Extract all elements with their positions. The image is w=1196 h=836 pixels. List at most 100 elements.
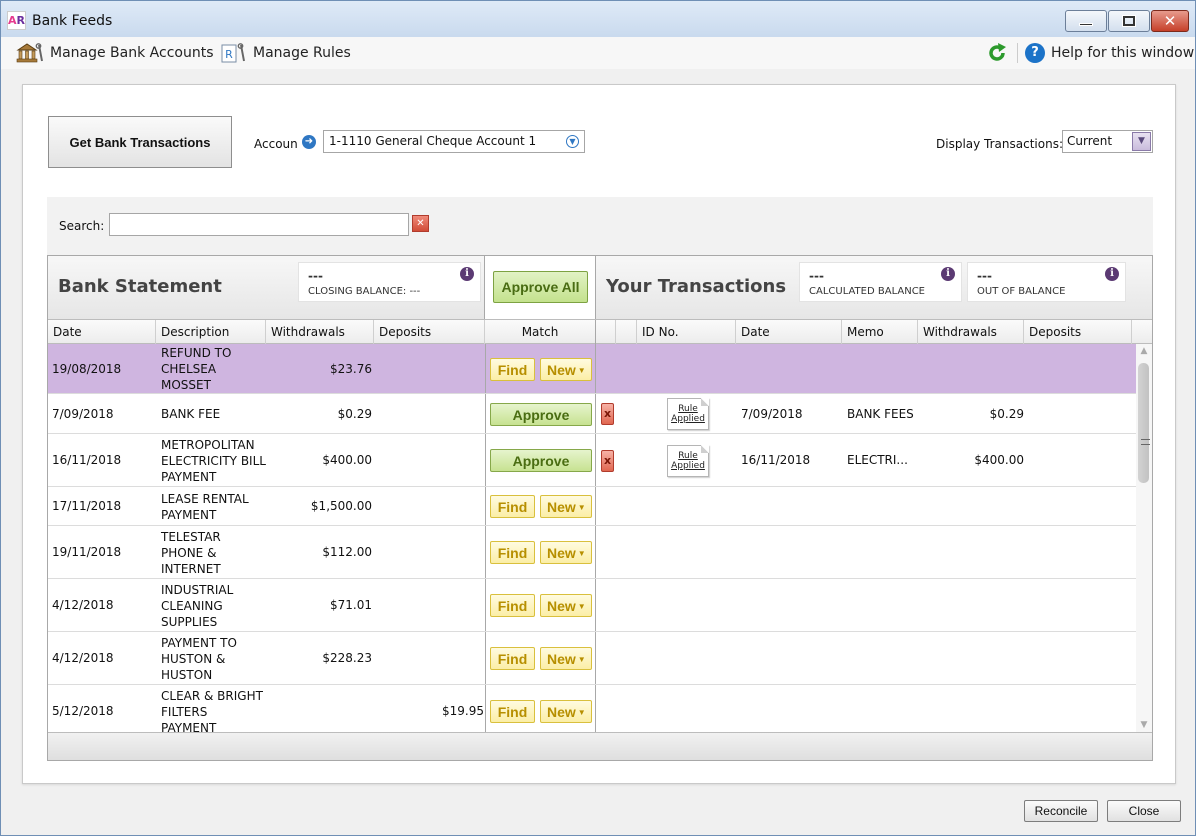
row-description-line: PHONE & <box>161 546 217 560</box>
find-button[interactable]: Find <box>490 495 535 518</box>
account-select[interactable]: 1-1110 General Cheque Account 1 ▼ <box>323 130 585 153</box>
table-row[interactable]: 4/12/2018 PAYMENT TO HUSTON & HUSTON $228.23… <box>48 632 1136 685</box>
row-description-line: REFUND TO <box>161 346 232 360</box>
row-deposit <box>378 434 484 486</box>
row-description-line: FILTERS <box>161 705 208 719</box>
help-button[interactable]: ? Help for this window <box>1025 43 1194 63</box>
search-input[interactable] <box>109 213 409 236</box>
rule-applied-icon[interactable]: Rule Applied <box>667 398 709 430</box>
out-of-balance-caption: OUT OF BALANCE <box>977 286 1066 297</box>
new-button[interactable]: New ▼ <box>540 594 592 617</box>
table-row[interactable]: 4/12/2018 INDUSTRIAL CLEANING SUPPLIES $71.0… <box>48 579 1136 632</box>
col-description[interactable]: Description <box>156 320 266 344</box>
new-button[interactable]: New ▼ <box>540 700 592 723</box>
maximize-button[interactable] <box>1108 10 1150 32</box>
col-id-no[interactable]: ID No. <box>637 320 736 344</box>
approve-all-button[interactable]: Approve All <box>493 271 588 303</box>
approve-button[interactable]: Approve <box>490 449 592 472</box>
scroll-down-icon[interactable]: ▼ <box>1136 718 1152 732</box>
reconcile-button[interactable]: Reconcile <box>1024 800 1098 822</box>
match-cell: Find New ▼ <box>485 685 596 732</box>
new-button[interactable]: New ▼ <box>540 647 592 670</box>
rule-applied-icon[interactable]: Rule Applied <box>667 445 709 477</box>
find-button[interactable]: Find <box>490 594 535 617</box>
remove-match-icon[interactable]: x <box>601 403 614 425</box>
chevron-down-icon: ▼ <box>566 135 579 148</box>
new-label: New <box>547 597 576 614</box>
row-deposit <box>378 579 484 631</box>
row-withdrawal: $112.00 <box>322 545 372 559</box>
account-arrow-icon[interactable]: ➜ <box>302 135 316 149</box>
new-label: New <box>547 650 576 667</box>
row-description: REFUND TO CHELSEA MOSSET <box>161 344 269 393</box>
row-description: BANK FEE <box>161 394 269 433</box>
match-header: Approve All <box>485 256 596 319</box>
find-button[interactable]: Find <box>490 700 535 723</box>
table-row[interactable]: 19/11/2018 TELESTAR PHONE & INTERNET $112.00… <box>48 526 1136 579</box>
table-row[interactable]: 17/11/2018 LEASE RENTAL PAYMENT $1,500.00 Fi… <box>48 487 1136 526</box>
manage-bank-accounts-button[interactable]: Manage Bank Accounts <box>16 43 214 63</box>
new-label: New <box>547 544 576 561</box>
table-row[interactable]: 5/12/2018 CLEAR & BRIGHT FILTERS PAYMENT $19… <box>48 685 1136 732</box>
minimize-button[interactable] <box>1065 10 1107 32</box>
closing-balance-box: --- CLOSING BALANCE: --- i <box>298 262 481 302</box>
info-icon[interactable]: i <box>1105 267 1119 281</box>
clear-search-icon[interactable]: ✕ <box>412 215 429 232</box>
find-button[interactable]: Find <box>490 541 535 564</box>
your-withdrawal: $0.29 <box>989 406 1024 421</box>
scrollbar-thumb[interactable] <box>1138 363 1150 483</box>
col-your-date[interactable]: Date <box>736 320 842 344</box>
col-your-withdrawals[interactable]: Withdrawals <box>918 320 1024 344</box>
calculated-balance-box: --- CALCULATED BALANCE i <box>799 262 962 302</box>
svg-text:R: R <box>225 48 233 61</box>
table-row[interactable]: 19/08/2018 REFUND TO CHELSEA MOSSET $23.76 Fi… <box>48 344 1136 394</box>
display-transactions-select[interactable]: Current ▼ <box>1062 130 1153 153</box>
scroll-up-icon[interactable]: ▲ <box>1136 344 1152 358</box>
approve-button[interactable]: Approve <box>490 403 592 426</box>
col-deposits[interactable]: Deposits <box>374 320 485 344</box>
remove-match-icon[interactable]: x <box>601 450 614 472</box>
match-cell: Approve <box>485 394 596 433</box>
col-your-deposits[interactable]: Deposits <box>1024 320 1132 344</box>
info-icon[interactable]: i <box>941 267 955 281</box>
vertical-scrollbar[interactable]: ▲ ▼ <box>1136 344 1152 732</box>
new-button[interactable]: New ▼ <box>540 495 592 518</box>
new-label: New <box>547 498 576 515</box>
row-date: 4/12/2018 <box>52 651 114 665</box>
get-bank-transactions-button[interactable]: Get Bank Transactions <box>48 116 232 168</box>
transaction-rows: 19/08/2018 REFUND TO CHELSEA MOSSET $23.76 Fi… <box>48 344 1136 732</box>
match-cell: Approve <box>485 434 596 486</box>
table-row[interactable]: 7/09/2018 BANK FEE $0.29 Approve x Rule Applie… <box>48 394 1136 434</box>
your-date: 7/09/2018 <box>741 406 803 421</box>
calculated-balance-value: --- <box>809 269 824 283</box>
match-cell: Find New ▼ <box>485 487 596 525</box>
new-button[interactable]: New ▼ <box>540 358 592 381</box>
row-deposit <box>378 526 484 578</box>
manage-rules-button[interactable]: R Manage Rules <box>221 43 351 63</box>
row-date: 17/11/2018 <box>52 499 122 513</box>
col-memo[interactable]: Memo <box>842 320 918 344</box>
col-date[interactable]: Date <box>48 320 156 344</box>
row-withdrawal: $228.23 <box>322 651 372 665</box>
table-row[interactable]: 16/11/2018 METROPOLITAN ELECTRICITY BILL PA… <box>48 434 1136 487</box>
caret-down-icon: ▼ <box>577 707 586 717</box>
find-button[interactable]: Find <box>490 647 535 670</box>
row-description: PAYMENT TO HUSTON & HUSTON <box>161 632 269 684</box>
toolbar: Manage Bank Accounts R Manage Rules ? He… <box>1 37 1195 69</box>
new-button[interactable]: New ▼ <box>540 541 592 564</box>
row-description-line: CHELSEA <box>161 362 217 376</box>
display-transactions-label: Display Transactions: <box>936 137 1063 151</box>
info-icon[interactable]: i <box>460 267 474 281</box>
match-cell: Find New ▼ <box>485 526 596 578</box>
row-withdrawal: $400.00 <box>322 453 372 467</box>
account-value: 1-1110 General Cheque Account 1 <box>329 134 537 148</box>
row-withdrawal: $23.76 <box>330 361 372 376</box>
col-withdrawals[interactable]: Withdrawals <box>266 320 374 344</box>
your-date: 16/11/2018 <box>741 453 811 467</box>
close-button[interactable]: Close <box>1107 800 1181 822</box>
row-description-line: CLEANING <box>161 599 223 613</box>
find-button[interactable]: Find <box>490 358 535 381</box>
refresh-icon[interactable] <box>986 42 1008 67</box>
window-close-button[interactable]: ✕ <box>1151 10 1189 32</box>
row-description-line: HUSTON <box>161 668 213 682</box>
